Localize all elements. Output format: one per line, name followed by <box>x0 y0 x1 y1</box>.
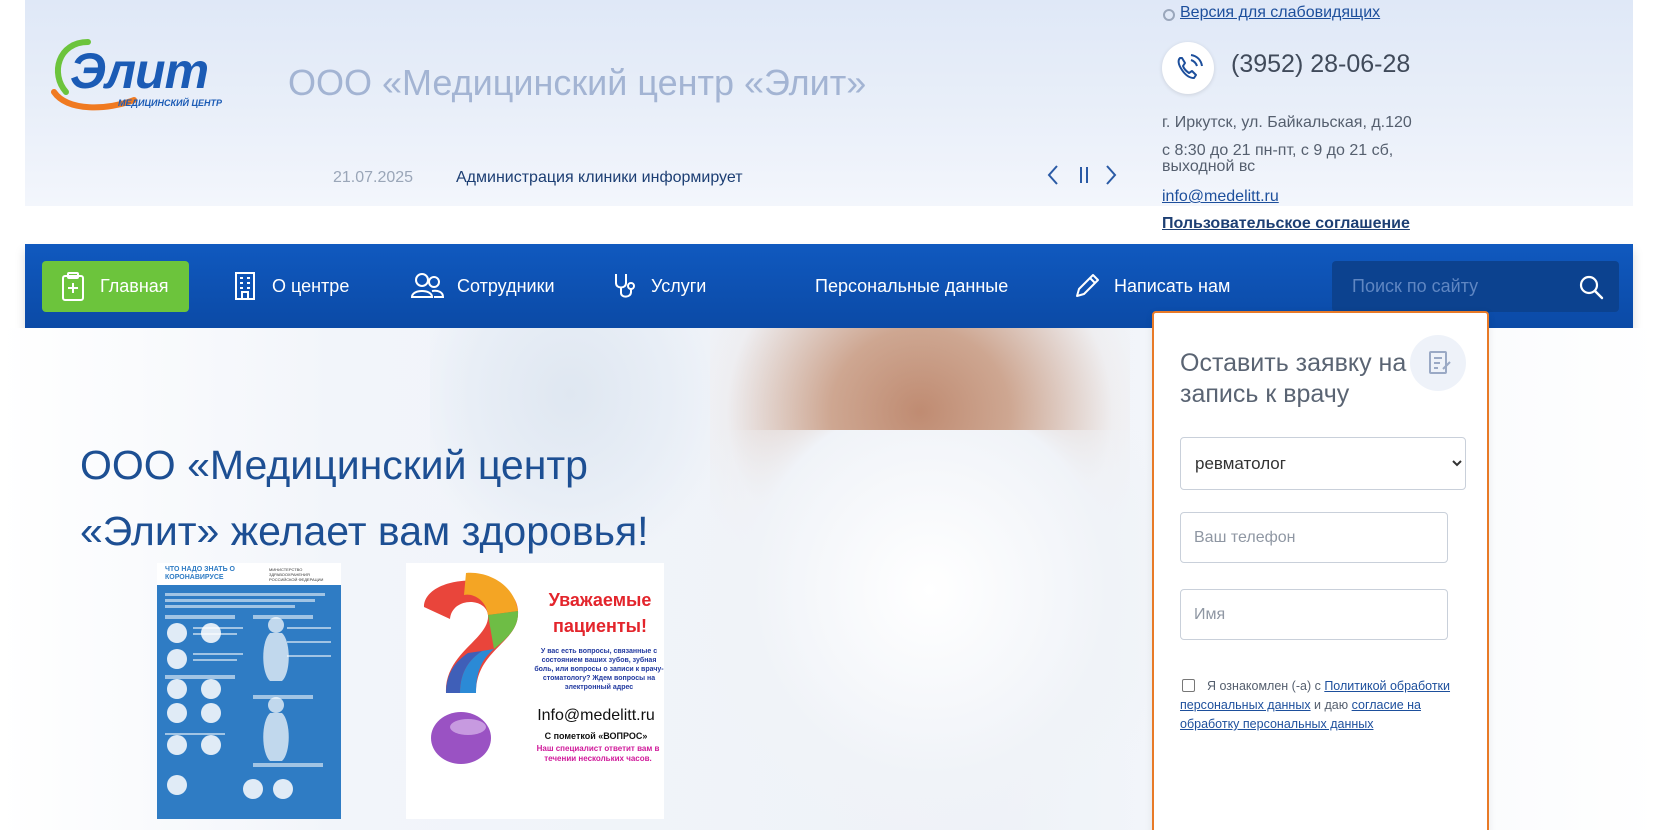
poster-title: Уважаемые пациенты! <box>548 590 652 636</box>
site-logo[interactable]: Элит медицинский центр <box>48 34 228 116</box>
nav-item-label: Сотрудники <box>457 275 555 296</box>
pencil-icon <box>1072 271 1102 301</box>
poster-note: Наш специалист ответит вам в течении нес… <box>536 744 660 763</box>
question-mark-icon <box>424 572 519 764</box>
document-edit-icon <box>1410 335 1466 391</box>
search-box <box>1332 261 1619 312</box>
dental-questions-poster[interactable]: Уважаемые пациенты! У вас есть вопросы, … <box>406 563 664 819</box>
nav-item-personal-data[interactable]: Персональные данные <box>815 244 1008 328</box>
form-title: Оставить заявку на запись к врачу <box>1180 349 1407 408</box>
staff-icon <box>409 271 445 301</box>
hero-title-line1: ООО «Медицинский центр <box>80 442 588 488</box>
specialty-select[interactable]: ревматолог <box>1180 437 1466 490</box>
news-next-button[interactable] <box>1104 163 1118 195</box>
nav-item-home[interactable]: Главная <box>42 261 189 312</box>
search-icon <box>1579 275 1604 300</box>
phone-field[interactable] <box>1180 512 1448 563</box>
logo-text: Элит <box>70 43 209 99</box>
nav-item-label: Написать нам <box>1114 275 1231 296</box>
address: г. Иркутск, ул. Байкальская, д.120 <box>1162 114 1412 131</box>
consent-text: Я ознакомлен (-а) с Политикой обработки … <box>1180 677 1470 734</box>
nav-item-staff[interactable]: Сотрудники <box>409 244 555 328</box>
search-input[interactable] <box>1332 261 1572 312</box>
name-field[interactable] <box>1180 589 1448 640</box>
email-link[interactable]: info@medelitt.ru <box>1162 188 1279 206</box>
site-title: ООО «Медицинский центр «Элит» <box>288 62 867 103</box>
pause-icon <box>1080 167 1088 183</box>
appointment-form: Оставить заявку на запись к врачу ревмат… <box>1152 311 1489 830</box>
poster-mark: С пометкой «ВОПРОС» <box>544 731 648 741</box>
poster-infographic <box>165 593 331 799</box>
news-date: 21.07.2025 <box>333 169 414 186</box>
nav-item-services[interactable]: Услуги <box>609 244 706 328</box>
poster-email: Info@medelitt.ru <box>537 707 655 724</box>
news-pause-button[interactable] <box>1077 163 1091 195</box>
poster-body: У вас есть вопросы, связанные с состояни… <box>534 648 664 691</box>
phone-icon <box>1162 42 1214 94</box>
consent-middle: и даю <box>1310 698 1352 712</box>
working-hours: с 8:30 до 21 пн-пт, с 9 до 21 сб, выходн… <box>1162 142 1394 175</box>
nav-item-label: Главная <box>100 276 169 296</box>
building-icon <box>230 271 260 301</box>
user-agreement-link[interactable]: Пользовательское соглашение <box>1162 215 1410 233</box>
stethoscope-icon <box>609 271 639 301</box>
clipboard-plus-icon <box>58 271 88 302</box>
search-button[interactable] <box>1577 273 1605 301</box>
news-prev-button[interactable] <box>1046 163 1060 195</box>
low-vision-link[interactable]: Версия для слабовидящих <box>1180 4 1380 22</box>
consent-prefix: Я ознакомлен (-а) с <box>1207 679 1325 693</box>
hero-title-line2: «Элит» желает вам здоровья! <box>80 508 649 554</box>
covid-info-poster[interactable]: ЧТО НАДО ЗНАТЬ О КОРОНАВИРУСЕ МИНИСТЕРСТ… <box>157 563 341 819</box>
eye-icon <box>1163 9 1175 21</box>
nav-item-label: Услуги <box>651 275 707 296</box>
hero-photo-coat <box>700 430 1160 830</box>
logo-subtitle: медицинский центр <box>118 98 223 108</box>
nav-item-label: Персональные данные <box>815 275 1009 296</box>
nav-item-label: О центре <box>272 275 350 296</box>
news-link[interactable]: Администрация клиники информирует <box>456 169 743 187</box>
chevron-left-icon <box>1047 165 1058 185</box>
chevron-right-icon <box>1106 165 1117 185</box>
nav-item-about[interactable]: О центре <box>230 244 349 328</box>
phone-number[interactable]: (3952) 28-06-28 <box>1231 50 1410 79</box>
hero-title: ООО «Медицинский центр «Элит» желает вам… <box>80 432 740 564</box>
